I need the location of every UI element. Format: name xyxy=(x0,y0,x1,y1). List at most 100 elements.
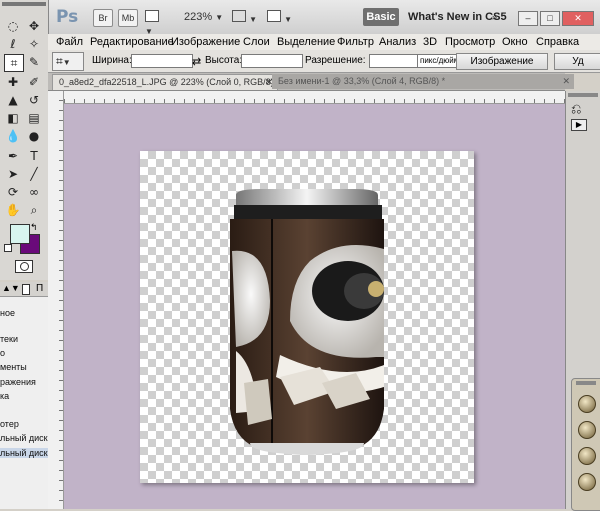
eyedropper-icon[interactable]: ✎ xyxy=(25,54,43,70)
left-panel-header-label: П xyxy=(36,283,44,294)
zoom-tool-icon[interactable]: ⌕ xyxy=(25,202,43,218)
list-item[interactable]: ражения xyxy=(0,377,48,387)
front-image-button[interactable]: Изображение xyxy=(456,53,548,70)
crop-tool-icon[interactable]: ⌗ xyxy=(4,54,24,72)
list-item-selected[interactable]: льный диск ( xyxy=(0,448,48,458)
history-panel-icon[interactable]: ⎌ xyxy=(571,101,581,117)
menu-analysis[interactable]: Анализ xyxy=(379,36,416,48)
eraser-icon[interactable]: ◧ xyxy=(4,110,22,126)
workspace-menu-chevron-icon[interactable]: » xyxy=(492,12,497,22)
dock-grip[interactable] xyxy=(576,381,596,385)
menu-edit[interactable]: Редактирование xyxy=(90,36,174,48)
screen-mode-icon xyxy=(267,10,281,22)
tab-document-1[interactable]: 0_a8ed2_dfa22518_L.JPG @ 223% (Слой 0, R… xyxy=(52,74,280,90)
ruler-horizontal[interactable] xyxy=(64,91,565,104)
actions-panel-icon[interactable]: ▶ xyxy=(571,119,587,131)
tool-preset-picker[interactable]: ⌗▼ xyxy=(52,52,84,71)
crop-tool-icon: ⌗ xyxy=(56,54,63,68)
can-top-band xyxy=(234,205,382,219)
dock-panel-icon[interactable] xyxy=(578,395,596,413)
list-item[interactable]: отер xyxy=(0,419,48,429)
default-colors-icon[interactable] xyxy=(4,244,12,252)
resolution-label: Разрешение: xyxy=(305,55,366,66)
menu-select[interactable]: Выделение xyxy=(277,36,335,48)
left-panel: ▲▼ П ное теки о менты ражения ка отер ль… xyxy=(0,282,49,509)
panel-checkbox[interactable] xyxy=(22,284,30,295)
width-input[interactable] xyxy=(131,54,193,68)
can-lid xyxy=(236,189,378,205)
screen-mode-button[interactable]: ▼ xyxy=(267,10,295,24)
document-canvas[interactable] xyxy=(140,151,474,483)
close-button[interactable]: ✕ xyxy=(562,11,594,26)
dock-panel-icon[interactable] xyxy=(578,421,596,439)
move-tool-icon[interactable]: ✥ xyxy=(25,18,43,34)
foreground-color-swatch[interactable] xyxy=(10,224,30,244)
minibridge-button[interactable]: Mb xyxy=(118,9,138,27)
menu-help[interactable]: Справка xyxy=(536,36,579,48)
swap-dimensions-icon[interactable]: ⇄ xyxy=(192,55,201,68)
bridge-button[interactable]: Br xyxy=(93,9,113,27)
resolution-input[interactable] xyxy=(369,54,419,68)
app-logo: Ps xyxy=(56,7,79,27)
list-item[interactable]: менты xyxy=(0,362,48,372)
brush-tool-icon[interactable]: ✐ xyxy=(25,74,43,90)
swap-colors-icon[interactable]: ↰ xyxy=(30,222,38,233)
chevron-down-icon: ▼ xyxy=(215,13,224,22)
list-item[interactable]: льный диск ( xyxy=(0,433,48,443)
dock-panel-icon[interactable] xyxy=(578,447,596,465)
ruler-vertical[interactable] xyxy=(48,91,64,509)
gradient-tool-icon[interactable]: ▤ xyxy=(25,110,43,126)
blur-tool-icon[interactable]: 💧 xyxy=(4,128,22,144)
height-label: Высота: xyxy=(205,55,243,66)
list-item[interactable]: о xyxy=(0,348,48,358)
dock-panel-icon[interactable] xyxy=(578,473,596,491)
left-panel-arrows-icon[interactable]: ▲▼ xyxy=(2,283,20,293)
healing-brush-icon[interactable]: ✚ xyxy=(4,74,22,90)
secondary-dock xyxy=(571,378,600,511)
type-tool-icon[interactable]: T xyxy=(25,148,43,164)
clear-button[interactable]: Уд xyxy=(554,53,600,70)
height-input[interactable] xyxy=(241,54,303,68)
3d-rotate-icon[interactable]: ⟳ xyxy=(4,184,22,200)
chevron-down-icon: ▼ xyxy=(62,58,71,67)
tools-panel: ◌ ✥ ℓ ✧ ⌗ ✎ ✚ ✐ ▲ ↺ ◧ ▤ 💧 ● ✒ T ➤ ╱ ⟳ ∞ … xyxy=(0,0,49,280)
title-bar: Ps Br Mb ▼ 223% ▼ ▼ ▼ Basic What's New i… xyxy=(0,0,600,36)
zoom-level[interactable]: 223% ▼ xyxy=(184,11,223,23)
list-item[interactable]: ка xyxy=(0,391,48,401)
can-image xyxy=(230,189,384,455)
menu-filter[interactable]: Фильтр xyxy=(337,36,374,48)
hand-tool-icon[interactable]: ✋ xyxy=(4,202,22,218)
view-extras-button[interactable]: ▼ xyxy=(145,10,169,36)
menu-file[interactable]: Файл xyxy=(56,36,83,48)
clone-stamp-icon[interactable]: ▲ xyxy=(4,92,22,108)
minimize-button[interactable]: – xyxy=(518,11,538,26)
coffee-highlight xyxy=(368,281,384,297)
list-item[interactable]: ное xyxy=(0,308,48,318)
close-icon[interactable]: ✕ xyxy=(562,74,570,89)
menu-view[interactable]: Просмотр xyxy=(445,36,495,48)
workspace-basic-button[interactable]: Basic xyxy=(363,8,399,26)
line-tool-icon[interactable]: ╱ xyxy=(25,166,43,182)
magic-wand-icon[interactable]: ✧ xyxy=(25,36,43,52)
arrange-documents-button[interactable]: ▼ xyxy=(232,10,260,24)
grid-icon xyxy=(145,10,159,22)
marquee-tool-icon[interactable]: ◌ xyxy=(4,18,22,34)
dock-grip[interactable] xyxy=(568,93,598,97)
chevron-down-icon: ▼ xyxy=(249,15,257,24)
list-item[interactable]: теки xyxy=(0,334,48,344)
pen-tool-icon[interactable]: ✒ xyxy=(4,148,22,164)
maximize-button[interactable]: □ xyxy=(540,11,560,26)
menu-layers[interactable]: Слои xyxy=(243,36,270,48)
menu-window[interactable]: Окно xyxy=(502,36,528,48)
history-brush-icon[interactable]: ↺ xyxy=(25,92,43,108)
menu-3d[interactable]: 3D xyxy=(423,36,437,48)
tab-document-2[interactable]: Без имени-1 @ 33,3% (Слой 4, RGB/8) * ✕ xyxy=(272,74,574,89)
dodge-tool-icon[interactable]: ● xyxy=(25,128,43,144)
arrange-icon xyxy=(232,10,246,22)
quick-mask-icon[interactable] xyxy=(15,260,33,273)
3d-orbit-icon[interactable]: ∞ xyxy=(25,184,43,200)
tools-panel-grip[interactable] xyxy=(2,2,46,6)
lasso-tool-icon[interactable]: ℓ xyxy=(4,36,22,52)
path-selection-icon[interactable]: ➤ xyxy=(4,166,22,182)
menu-image[interactable]: Изображение xyxy=(171,36,240,48)
